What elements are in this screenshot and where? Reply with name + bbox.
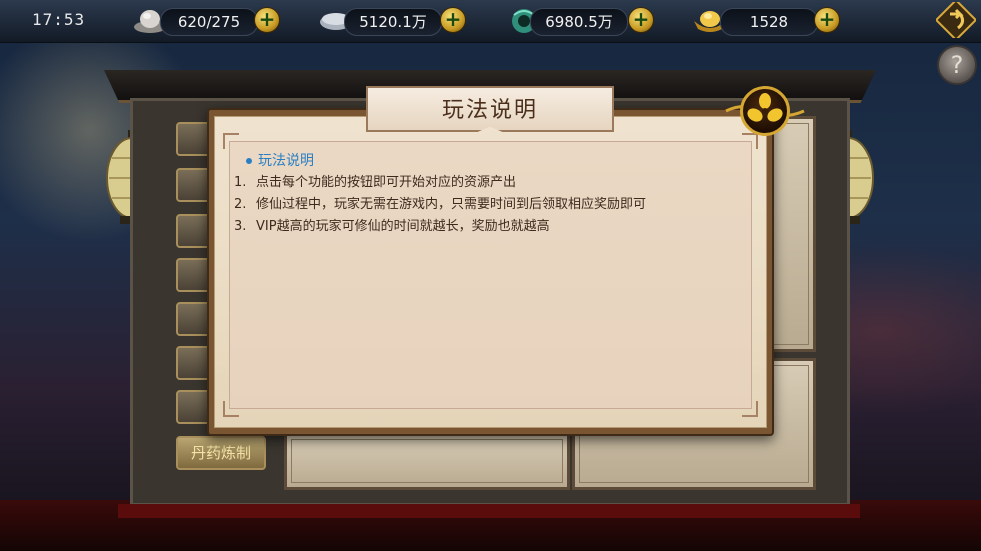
resource-jade-value: 6980.5万 [530,8,628,36]
add-silver-button[interactable]: + [440,7,466,33]
add-jade-button[interactable]: + [628,7,654,33]
rules-content: 玩法说明 1. 点击每个功能的按钮即可开始对应的资源产出 2. 修仙过程中，玩家无需… [234,150,754,238]
bullet-icon [246,158,252,164]
tab-pill-refining[interactable]: 丹药炼制 [176,436,266,470]
resource-stamina-value: 620/275 [160,8,258,36]
rule-line: 3. VIP越高的玩家可修仙的时间就越长，奖励也就越高 [234,219,550,234]
clock: 17:53 [32,10,86,29]
help-button[interactable]: ? [937,45,977,85]
close-button[interactable] [740,86,790,136]
add-stamina-button[interactable]: + [254,7,280,33]
back-arrow-icon[interactable] [936,2,976,38]
top-bar: 17:53 620/275 + 5120.1万 + 6980.5万 + 1528… [0,0,981,43]
rule-line: 2. 修仙过程中，玩家无需在游戏内，只需要时间到后领取相应奖励即可 [234,197,647,212]
rule-line: 1. 点击每个功能的按钮即可开始对应的资源产出 [234,175,517,190]
panel-base [118,504,860,518]
close-icon [747,93,783,122]
add-gold-button[interactable]: + [814,7,840,33]
resource-silver-value: 5120.1万 [344,8,442,36]
resource-gold-value: 1528 [720,8,818,36]
rules-subheading: 玩法说明 [246,150,754,172]
function-card-bottom-left[interactable] [284,432,570,490]
dialog-title: 玩法说明 [441,98,538,123]
